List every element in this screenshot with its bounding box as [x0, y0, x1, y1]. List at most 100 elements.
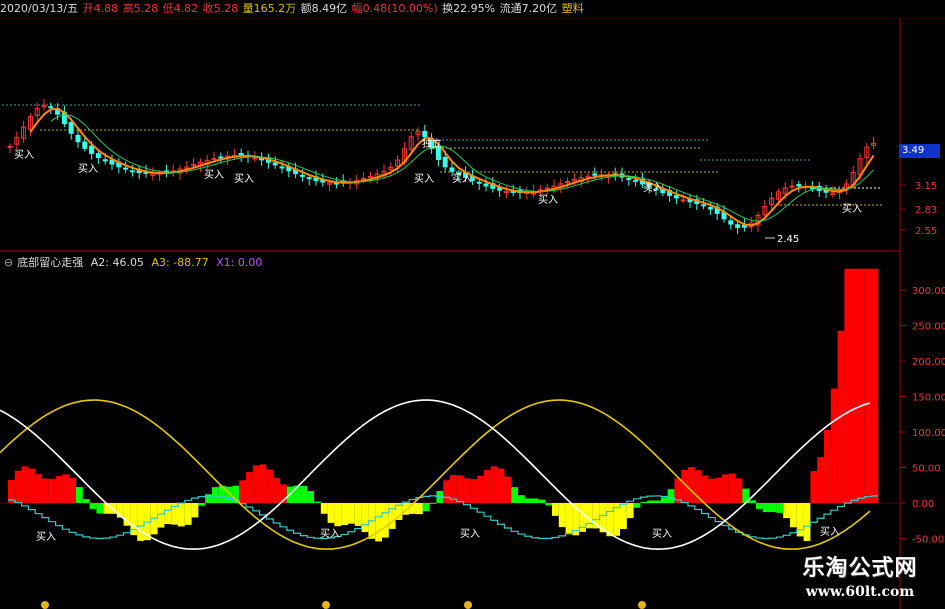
watermark-title: 乐淘公式网 [802, 556, 918, 581]
stock-chart-canvas[interactable]: 3.152.832.55买入买入买入 买入 买入 买入买入买入买入独立2.45300.… [0, 0, 945, 609]
histogram-bar [55, 476, 63, 503]
histogram-bar [62, 474, 70, 503]
turnover-label: 换22.95% [442, 2, 496, 15]
histogram-bar [137, 503, 144, 541]
low-price-label: 2.45 [777, 234, 799, 245]
histogram-bar [252, 465, 260, 503]
candle-body [306, 177, 312, 180]
a2-value: A2: 46.05 [90, 256, 144, 269]
histogram-bar [477, 475, 484, 503]
quote-info-bar: 2020/03/13/五 开4.88 高5.28 低4.82 收5.28 量16… [0, 0, 945, 18]
buy-signal-label: 买入 [452, 173, 472, 185]
moving-average-line-2 [50, 114, 874, 222]
buy-signal-label: 买入 [14, 149, 34, 161]
histogram-bar [565, 503, 573, 535]
date-label: 2020/03/13/五 [0, 2, 79, 15]
histogram-bar [497, 468, 505, 503]
histogram-bar [708, 478, 716, 503]
candle-body [789, 185, 795, 188]
buy-signal-label: 买入 [643, 182, 663, 194]
candle-body [701, 204, 707, 207]
histogram-bar [728, 473, 736, 503]
candle-body [361, 178, 367, 181]
x1-value: X1: 0.00 [216, 256, 263, 269]
histogram-bar [511, 487, 518, 503]
histogram-bar [327, 503, 335, 523]
histogram-bar [320, 503, 328, 514]
histogram-bar [96, 503, 104, 514]
histogram-bar [178, 503, 185, 527]
histogram-bar [42, 478, 49, 503]
indicator-axis-label: -50.00 [912, 535, 944, 546]
histogram-bar [456, 475, 464, 503]
indicator-axis-label: 200.00 [912, 357, 945, 368]
histogram-bar [76, 487, 83, 503]
candle-body [728, 220, 734, 225]
histogram-bar [416, 503, 423, 515]
candle-body [299, 174, 305, 177]
candle-body [483, 183, 489, 187]
price-axis-label: 2.55 [915, 226, 937, 237]
candle-body [503, 191, 509, 194]
close-label: 收5.28 [202, 2, 239, 15]
collapse-circle-icon[interactable]: ⊖ [4, 256, 13, 269]
histogram-bar [157, 503, 165, 528]
histogram-bar [266, 469, 274, 503]
candle-body [218, 156, 224, 159]
histogram-bar [851, 268, 858, 503]
histogram-bar [558, 503, 566, 528]
histogram-bar [803, 503, 811, 541]
histogram-bar [361, 503, 369, 533]
candle-body [123, 167, 129, 170]
histogram-bar [620, 503, 627, 530]
watermark-url: www.60lt.com [805, 584, 915, 600]
histogram-bar [246, 472, 253, 503]
histogram-bar [388, 503, 396, 529]
histogram-bar [307, 491, 314, 503]
low-label: 低4.82 [162, 2, 199, 15]
indicator-axis-label: 50.00 [912, 464, 941, 475]
histogram-bar [776, 503, 784, 513]
candle-body [48, 106, 54, 109]
indicator-buy-label: 买入 [652, 528, 672, 540]
histogram-bar [212, 487, 219, 503]
candle-body [796, 184, 802, 187]
watermark-logo: 乐淘公式网 www.60lt.com [785, 550, 935, 605]
candle-body [626, 178, 632, 181]
histogram-bar [722, 474, 729, 503]
candle-body [7, 145, 13, 148]
histogram-bar [864, 268, 872, 503]
smiley-icon [322, 601, 330, 609]
candle-body [272, 162, 278, 166]
a3-value: A3: -88.77 [151, 256, 209, 269]
histogram-bar [382, 503, 389, 538]
histogram-bar [810, 471, 818, 503]
histogram-bar [436, 491, 444, 503]
indicator-buy-label: 买入 [460, 528, 480, 540]
candlesticks [7, 98, 877, 235]
histogram-bar [654, 500, 661, 503]
histogram-bar [524, 498, 532, 503]
histogram-bar [259, 464, 267, 503]
histogram-bar [470, 479, 478, 503]
indicator-buy-label: 买入 [320, 528, 340, 540]
high-label: 高5.28 [122, 2, 159, 15]
smiley-icon [464, 601, 472, 609]
indicator-name[interactable]: 底部留心走强 [17, 256, 83, 269]
buy-signal-label: 买入 [204, 169, 224, 181]
histogram-bar [674, 478, 682, 503]
candle-body [279, 166, 285, 169]
candle-body [102, 159, 108, 162]
candle-body [735, 224, 741, 228]
histogram-bar [354, 503, 362, 526]
sector-label[interactable]: 塑料 [562, 2, 584, 15]
candle-body [191, 164, 197, 167]
candle-body [707, 206, 713, 210]
buy-signal-label: 买入 [78, 163, 98, 175]
histogram-bar [484, 470, 491, 503]
histogram-bar [89, 503, 97, 509]
current-price-tag: 3.49 [899, 144, 940, 158]
histogram-bar [314, 501, 321, 503]
histogram-bar [375, 503, 382, 542]
histogram-bar [130, 503, 138, 536]
